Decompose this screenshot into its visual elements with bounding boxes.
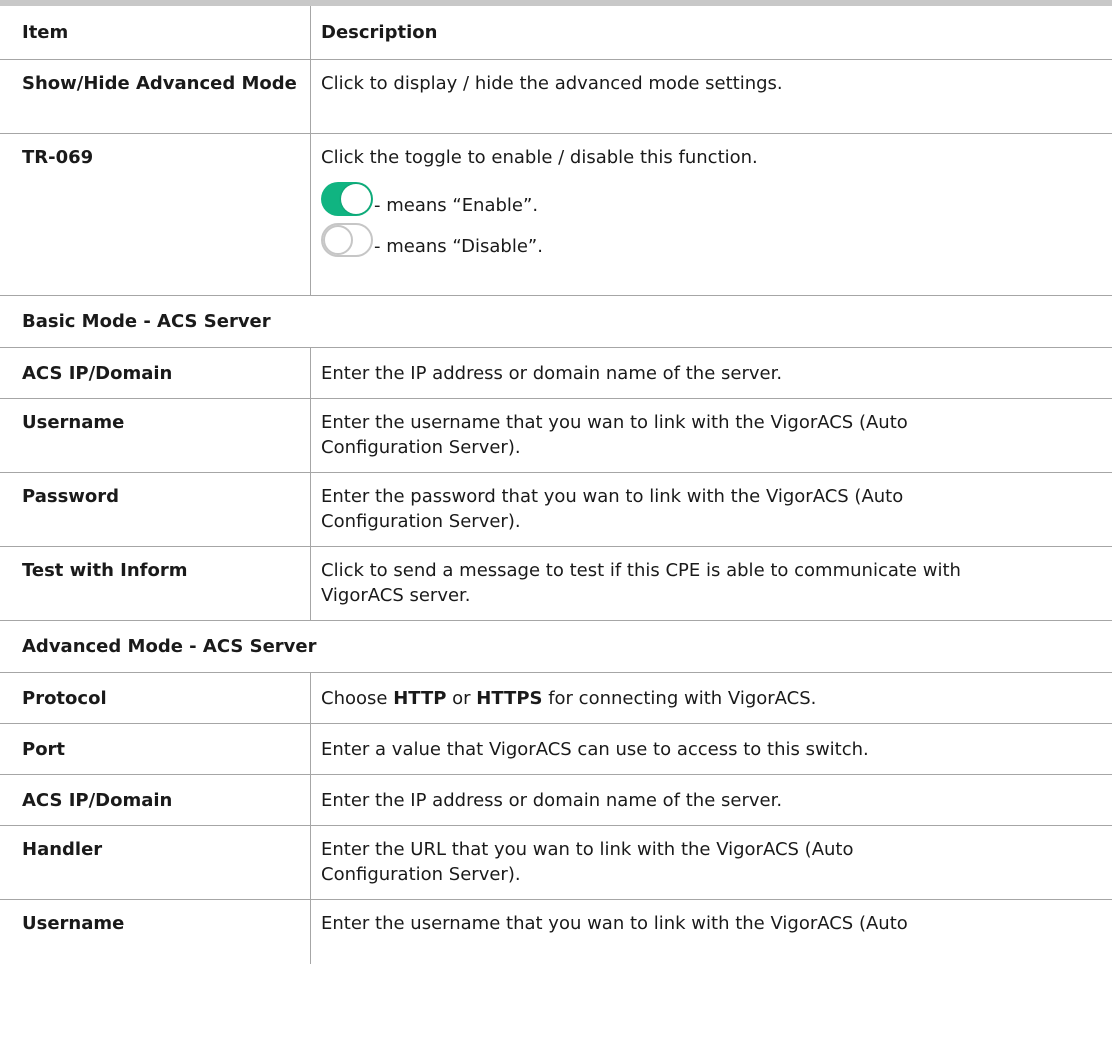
row-item-show-hide: Show/Hide Advanced Mode xyxy=(0,60,311,133)
tr069-disable-text: - means “Disable”. xyxy=(374,235,543,257)
row-item: Username xyxy=(0,900,311,964)
table-row: Username Enter the username that you wan… xyxy=(0,900,1112,964)
toggle-knob xyxy=(323,225,353,255)
header-description: Description xyxy=(321,22,438,43)
row-desc: Enter the username that you wan to link … xyxy=(311,399,1112,472)
table-row: Port Enter a value that VigorACS can use… xyxy=(0,724,1112,775)
row-desc-line: Enter the username that you wan to link … xyxy=(321,412,908,433)
tr069-disable-line: - means “Disable”. xyxy=(321,223,758,257)
row-desc: Enter a value that VigorACS can use to a… xyxy=(321,738,869,760)
row-desc-line: Click to send a message to test if this … xyxy=(321,560,961,581)
table-row: Handler Enter the URL that you wan to li… xyxy=(0,826,1112,900)
toggle-on-icon xyxy=(321,182,373,216)
protocol-mid: or xyxy=(446,687,477,709)
row-item: ACS IP/Domain xyxy=(0,348,311,398)
table-row: ACS IP/Domain Enter the IP address or do… xyxy=(0,348,1112,399)
row-desc-line: Configuration Server). xyxy=(321,437,521,458)
row-desc-line: Configuration Server). xyxy=(321,511,521,532)
row-desc-tr069: Click the toggle to enable / disable thi… xyxy=(311,134,1112,295)
protocol-pre: Choose xyxy=(321,687,394,709)
section-row-basic: Basic Mode - ACS Server xyxy=(0,296,1112,348)
tr069-desc-stack: Click the toggle to enable / disable thi… xyxy=(321,145,758,295)
row-item: Handler xyxy=(0,826,311,899)
table-row: Test with Inform Click to send a message… xyxy=(0,547,1112,621)
section-title-advanced: Advanced Mode - ACS Server xyxy=(22,636,317,657)
row-item: Username xyxy=(0,399,311,472)
document-table: Item Description Show/Hide Advanced Mode… xyxy=(0,0,1112,964)
row-desc-show-hide: Click to display / hide the advanced mod… xyxy=(321,73,783,94)
tr069-enable-text: - means “Enable”. xyxy=(374,194,539,216)
row-desc: Enter the username that you wan to link … xyxy=(321,913,908,934)
table-row: Password Enter the password that you wan… xyxy=(0,473,1112,547)
table-row: Username Enter the username that you wan… xyxy=(0,399,1112,473)
row-desc-line: Configuration Server). xyxy=(321,864,521,885)
row-item: Password xyxy=(0,473,311,546)
protocol-http: HTTP xyxy=(393,687,447,709)
row-desc: Enter the password that you wan to link … xyxy=(311,473,1112,546)
tr069-enable-line: - means “Enable”. xyxy=(321,182,758,216)
toggle-off-icon xyxy=(321,223,373,257)
protocol-post: for connecting with VigorACS. xyxy=(542,687,817,709)
row-desc: Click to send a message to test if this … xyxy=(311,547,1112,620)
row-desc-line: Enter the password that you wan to link … xyxy=(321,486,904,507)
row-desc-protocol: Choose HTTP or HTTPS for connecting with… xyxy=(311,673,1112,723)
row-item: ACS IP/Domain xyxy=(0,775,311,825)
row-item: Test with Inform xyxy=(0,547,311,620)
row-desc-line: VigorACS server. xyxy=(321,585,471,606)
row-item-tr069: TR-069 xyxy=(0,134,311,295)
table-row: TR-069 Click the toggle to enable / disa… xyxy=(0,134,1112,296)
protocol-https: HTTPS xyxy=(476,687,543,709)
row-desc: Enter the IP address or domain name of t… xyxy=(321,362,783,384)
row-item-protocol: Protocol xyxy=(0,673,311,723)
toggle-knob xyxy=(341,184,371,214)
tr069-desc-text: Click the toggle to enable / disable thi… xyxy=(321,147,758,168)
table-row: ACS IP/Domain Enter the IP address or do… xyxy=(0,775,1112,826)
row-desc: Enter the IP address or domain name of t… xyxy=(321,789,783,811)
header-item: Item xyxy=(0,6,311,59)
section-row-advanced: Advanced Mode - ACS Server xyxy=(0,621,1112,673)
row-desc-line: Enter the URL that you wan to link with … xyxy=(321,839,854,860)
section-title-basic: Basic Mode - ACS Server xyxy=(22,311,271,332)
row-desc: Enter the URL that you wan to link with … xyxy=(311,826,1112,899)
table-row: Show/Hide Advanced Mode Click to display… xyxy=(0,60,1112,134)
row-item: Port xyxy=(0,724,311,774)
table-header-row: Item Description xyxy=(0,6,1112,60)
table-row: Protocol Choose HTTP or HTTPS for connec… xyxy=(0,673,1112,724)
